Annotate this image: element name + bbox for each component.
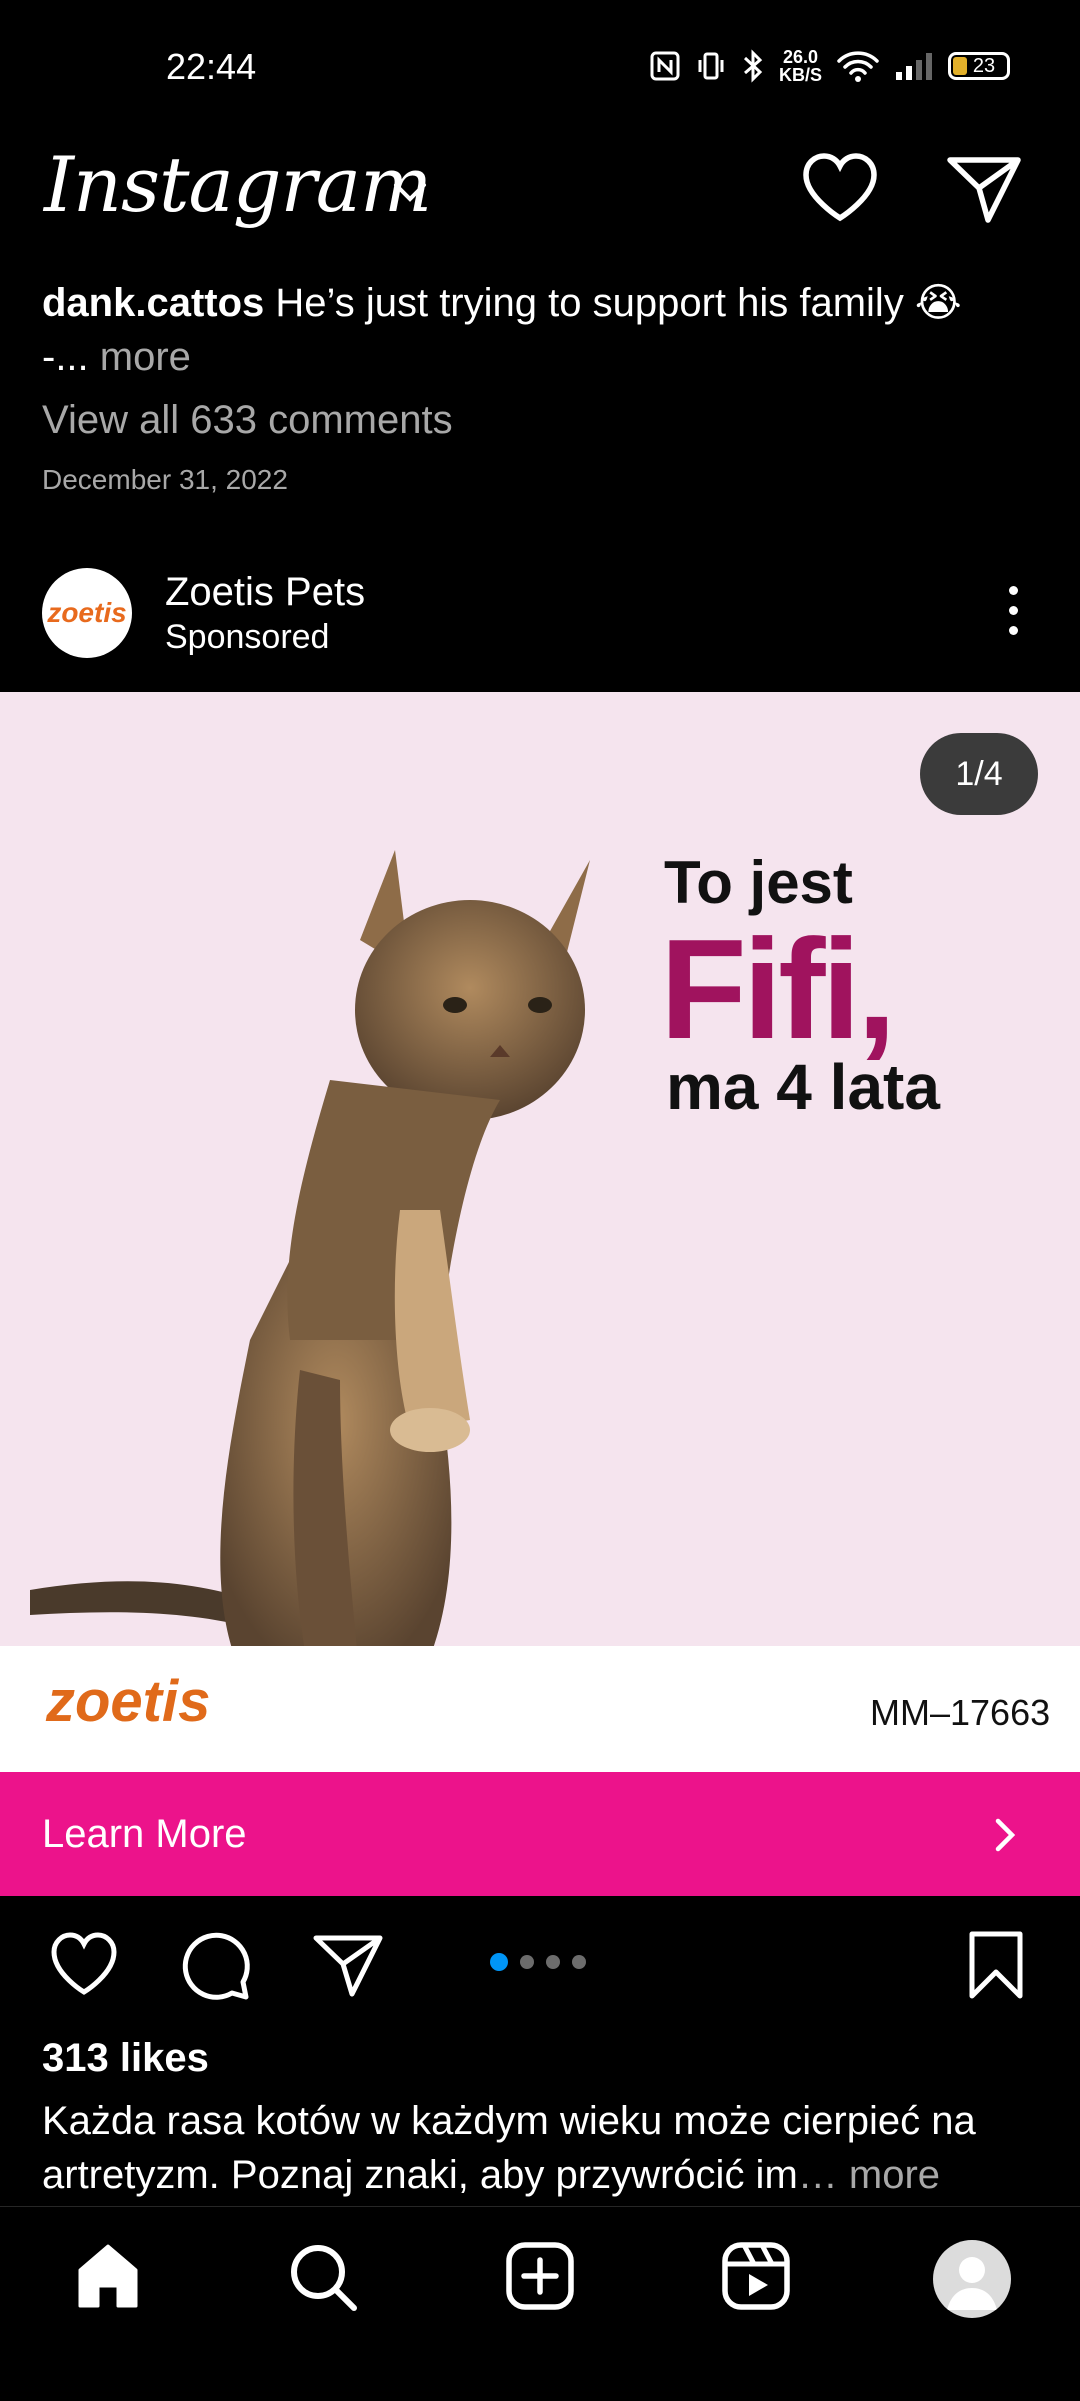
battery-indicator: 23 — [948, 52, 1010, 80]
avatar[interactable]: zoetis — [42, 568, 132, 658]
prev-post-caption: dank.cattos He’s just trying to support … — [42, 281, 962, 379]
direct-send-icon[interactable] — [946, 152, 1022, 224]
status-icons: 26.0 KB/S 23 — [649, 48, 1010, 84]
ad-headline-2: Fifi, — [660, 910, 896, 1069]
share-send-icon[interactable] — [312, 1930, 384, 2000]
search-icon[interactable] — [286, 2240, 360, 2314]
network-speed: 26.0 KB/S — [778, 47, 822, 85]
wifi-icon — [837, 51, 879, 82]
home-icon[interactable] — [72, 2240, 144, 2312]
notifications-heart-icon[interactable] — [800, 152, 880, 224]
like-heart-icon[interactable] — [48, 1930, 120, 2000]
chevron-down-icon[interactable] — [392, 180, 428, 204]
account-name[interactable]: Zoetis Pets — [165, 570, 365, 615]
carousel-dots — [490, 1953, 586, 1971]
caption-more-link[interactable]: … more — [798, 2153, 940, 2197]
profile-silhouette-icon — [947, 2257, 997, 2310]
ad-headline-1: To jest — [664, 849, 853, 916]
more-options-icon[interactable] — [1004, 586, 1024, 646]
learn-more-label: Learn More — [42, 1812, 247, 1856]
signal-icon — [896, 53, 932, 80]
instagram-logo[interactable]: Instagram — [44, 140, 432, 229]
bluetooth-icon — [743, 49, 763, 83]
status-time: 22:44 — [166, 46, 257, 87]
sponsored-label: Sponsored — [165, 618, 330, 656]
vibrate-icon — [698, 52, 724, 80]
create-post-icon[interactable] — [504, 2240, 576, 2312]
ad-code: MM–17663 — [870, 1692, 1051, 1733]
chevron-right-icon — [995, 1818, 1016, 1852]
brand-logo: zoetis — [46, 1669, 211, 1734]
nfc-icon — [650, 51, 680, 81]
ad-headline-3: ma 4 lata — [666, 1051, 940, 1123]
comment-icon[interactable] — [180, 1930, 252, 2002]
more-link[interactable]: more — [100, 335, 191, 379]
post-date: December 31, 2022 — [42, 464, 288, 495]
profile-avatar[interactable] — [933, 2240, 1011, 2318]
likes-count[interactable]: 313 likes — [42, 2036, 209, 2081]
cat-image — [30, 850, 590, 1711]
ad-caption: Każda rasa kotów w każdym wieku może cie… — [42, 2099, 976, 2197]
reels-icon[interactable] — [720, 2240, 792, 2312]
carousel-counter: 1/4 — [920, 733, 1038, 815]
bookmark-icon[interactable] — [966, 1930, 1026, 2000]
prev-post-username[interactable]: dank.cattos — [42, 281, 264, 325]
view-comments-link[interactable]: View all 633 comments — [42, 398, 453, 443]
